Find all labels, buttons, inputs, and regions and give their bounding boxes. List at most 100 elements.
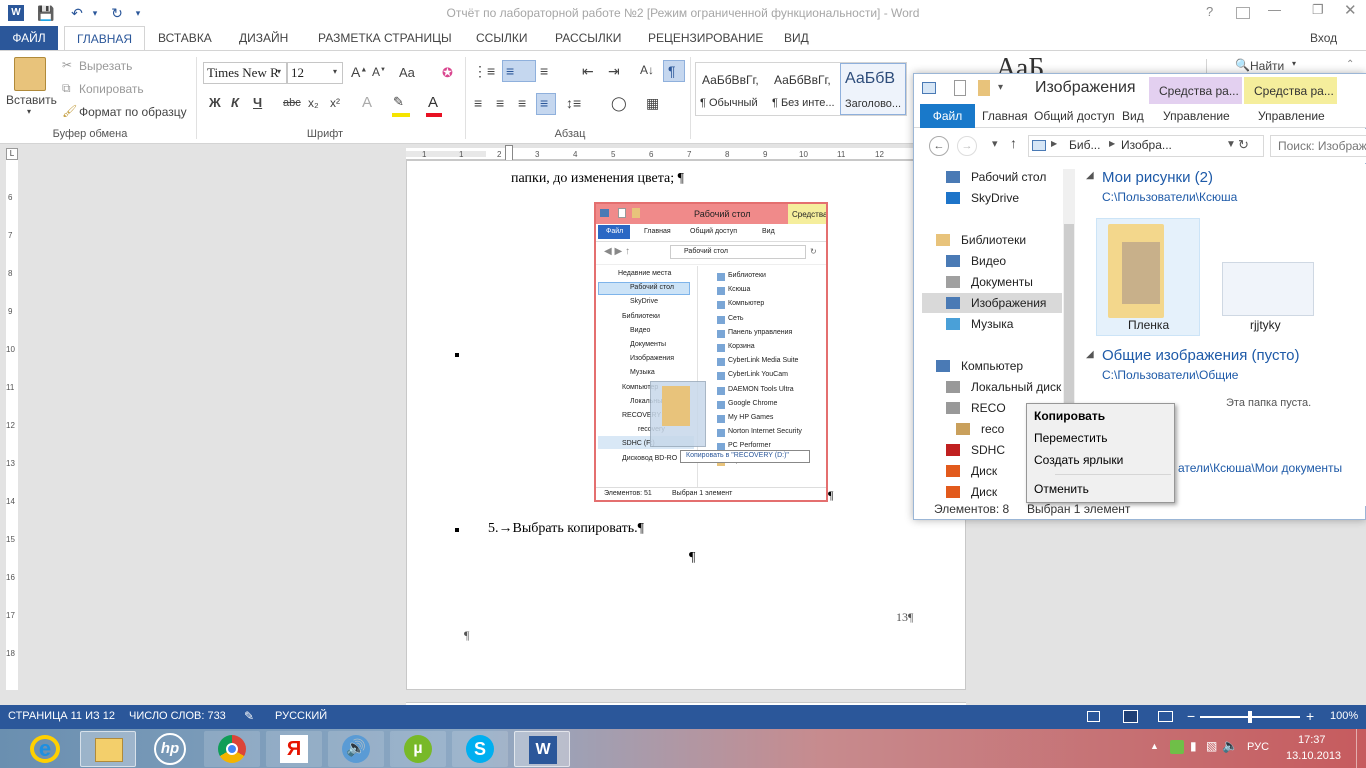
vertical-ruler[interactable]: 6 7 8 9 10 11 12 13 14 15 16 17 18 [6, 160, 18, 690]
network-icon[interactable]: ▮ [1190, 739, 1197, 753]
audio-icon[interactable]: 🔊 [328, 731, 384, 767]
nav-item[interactable]: Документы [971, 275, 1033, 289]
new-folder-icon[interactable] [978, 80, 990, 96]
tab-mailings[interactable]: РАССЫЛКИ [543, 26, 633, 50]
find-button[interactable]: Найти [1250, 59, 1284, 73]
font-color-icon[interactable]: A [428, 94, 438, 111]
group-documents-path[interactable]: атели\Ксюша\Мои документы [1178, 461, 1342, 475]
grow-font-icon[interactable]: A▲ [351, 64, 367, 80]
menu-item-move[interactable]: Переместить [1034, 428, 1108, 448]
empty-paragraph[interactable]: ¶ [689, 550, 695, 566]
nav-item[interactable]: SkyDrive [971, 191, 1019, 205]
style-normal[interactable]: АаБбВвГг, ¶ Обычный [696, 63, 766, 115]
zoom-in-icon[interactable]: + [1306, 708, 1314, 724]
style-no-spacing[interactable]: АаБбВвГг, ¶ Без инте... [768, 63, 838, 115]
yandex-icon[interactable]: Я [266, 731, 322, 767]
nav-item[interactable]: Диск [971, 485, 997, 499]
minimize-button[interactable]: — [1268, 2, 1281, 17]
bold-button[interactable]: Ж [209, 95, 221, 110]
paste-icon[interactable] [14, 57, 46, 91]
nav-item[interactable]: Видео [971, 254, 1006, 268]
style-heading1[interactable]: АаБбВ Заголово... [840, 63, 906, 115]
explorer-tab-view[interactable]: Вид [1116, 104, 1150, 128]
font-name-dropdown-icon[interactable]: ▾ [277, 67, 281, 76]
paste-dropdown-icon[interactable]: ▾ [27, 107, 31, 116]
skype-icon[interactable]: S [452, 731, 508, 767]
group-my-pictures[interactable]: Мои рисунки (2) [1102, 169, 1213, 186]
cut-button[interactable]: Вырезать [79, 59, 132, 73]
nav-item[interactable]: Библиотеки [961, 233, 1026, 247]
line-spacing-icon[interactable]: ↕≡ [566, 95, 581, 111]
nav-item[interactable]: SDHC [971, 443, 1005, 457]
text-effects-icon[interactable]: A [362, 94, 372, 111]
italic-button[interactable]: К [231, 95, 239, 110]
decrease-indent-icon[interactable]: ⇤ [582, 63, 594, 80]
cut-icon[interactable]: ✂ [62, 58, 72, 72]
increase-indent-icon[interactable]: ⇥ [608, 63, 620, 80]
zoom-level[interactable]: 100% [1330, 710, 1358, 722]
item-rjjtyky-label[interactable]: rjjtyky [1250, 318, 1281, 332]
explorer-icon[interactable] [80, 731, 136, 767]
nav-item[interactable]: Музыка [971, 317, 1013, 331]
shading-icon[interactable]: ◯ [611, 95, 627, 112]
find-dropdown-icon[interactable]: ▾ [1292, 59, 1296, 68]
align-center-icon[interactable]: ≡ [496, 95, 504, 111]
nav-item[interactable]: Компьютер [961, 359, 1023, 373]
copy-icon[interactable]: ⧉ [62, 81, 71, 96]
help-button[interactable]: ? [1206, 4, 1213, 19]
bullets-icon[interactable]: ⋮≡ [473, 63, 495, 80]
tab-layout[interactable]: РАЗМЕТКА СТРАНИЦЫ [306, 26, 464, 50]
chrome-icon[interactable] [204, 731, 260, 767]
web-layout-icon[interactable] [1158, 711, 1173, 722]
tab-references[interactable]: ССЫЛКИ [464, 26, 539, 50]
recent-dropdown-icon[interactable]: ▾ [992, 137, 998, 150]
shrink-font-icon[interactable]: A▼ [372, 65, 386, 79]
tab-design[interactable]: ДИЗАЙН [227, 26, 300, 50]
properties-icon[interactable] [954, 80, 966, 96]
item-plenka-label[interactable]: Пленка [1128, 318, 1169, 332]
group-public-pictures[interactable]: Общие изображения (пусто) [1102, 347, 1300, 364]
font-name-box[interactable]: Times New R [203, 62, 287, 84]
menu-item-cancel[interactable]: Отменить [1034, 479, 1089, 499]
print-layout-icon[interactable] [1123, 710, 1138, 723]
paragraph-line[interactable]: папки, до изменения цвета; ¶ [511, 171, 684, 187]
clock-time[interactable]: 17:37 [1298, 734, 1326, 746]
paste-button[interactable]: Вставить [6, 93, 57, 107]
ctx-tab-tools-1[interactable]: Средства ра... [1149, 77, 1242, 105]
sort-icon[interactable]: A↓ [640, 63, 654, 77]
explorer-tab-share[interactable]: Общий доступ [1028, 104, 1121, 128]
font-size-dropdown-icon[interactable]: ▾ [333, 67, 337, 76]
volume-icon[interactable]: 🔈 [1222, 738, 1238, 754]
word-icon[interactable]: W [514, 731, 570, 767]
strikethrough-button[interactable]: abc [283, 97, 301, 109]
proofing-icon[interactable]: ✎ [244, 709, 254, 723]
nav-item[interactable]: RECO [971, 401, 1006, 415]
step-5-text[interactable]: 5.→Выбрать копировать.¶ [488, 521, 644, 537]
ie-icon[interactable]: e [18, 731, 74, 767]
tray-app-icon[interactable] [1170, 740, 1184, 754]
explorer-tab-manage-2[interactable]: Управление [1252, 104, 1331, 128]
nav-item[interactable]: Изображения [971, 296, 1046, 310]
tab-review[interactable]: РЕЦЕНЗИРОВАНИЕ [636, 26, 775, 50]
breadcrumb-pictures[interactable]: Изобра... [1121, 138, 1172, 152]
clear-format-icon[interactable]: ✪ [442, 65, 453, 81]
restore-button[interactable]: ❐ [1312, 2, 1324, 18]
horizontal-ruler[interactable]: 112 345 678 9 10 11 12 [406, 148, 966, 160]
collapse-group-icon[interactable]: ◢ [1086, 349, 1094, 360]
menu-item-copy[interactable]: Копировать [1034, 406, 1105, 426]
zoom-slider-thumb[interactable] [1248, 711, 1252, 723]
battery-icon[interactable]: ▧ [1206, 739, 1217, 753]
clock-date[interactable]: 13.10.2013 [1286, 750, 1341, 762]
borders-icon[interactable]: ▦ [646, 95, 659, 112]
collapse-ribbon-icon[interactable]: ⌃ [1346, 59, 1354, 70]
align-right-icon[interactable]: ≡ [518, 95, 526, 111]
nav-scroll-thumb[interactable] [1064, 224, 1074, 404]
show-desktop-button[interactable] [1356, 729, 1366, 768]
underline-button[interactable]: Ч [253, 95, 262, 110]
group-my-pictures-path[interactable]: C:\Пользователи\Ксюша [1102, 190, 1237, 204]
tab-view[interactable]: ВИД [772, 26, 821, 50]
close-button[interactable]: ✕ [1344, 1, 1357, 19]
tab-home[interactable]: ГЛАВНАЯ [64, 26, 146, 50]
input-language[interactable]: РУС [1247, 741, 1269, 753]
word-count[interactable]: ЧИСЛО СЛОВ: 733 [129, 710, 226, 722]
